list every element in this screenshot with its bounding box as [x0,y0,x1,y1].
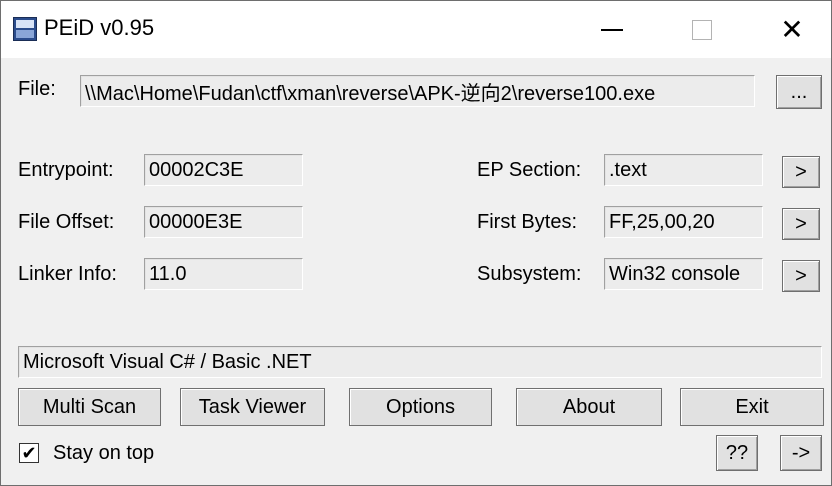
minimize-button[interactable] [567,1,657,58]
checkmark-icon: ✔ [21,443,37,463]
title-bar[interactable]: PEiD v0.95 ✕ [1,1,831,58]
multi-scan-button[interactable]: Multi Scan [18,388,161,426]
subsystem-button[interactable]: > [782,260,820,292]
entrypoint-field[interactable]: 00002C3E [144,154,303,186]
task-viewer-button[interactable]: Task Viewer [180,388,325,426]
first-bytes-button[interactable]: > [782,208,820,240]
browse-button[interactable]: ... [776,75,822,109]
file-offset-label: File Offset: [18,211,115,233]
subsystem-field[interactable]: Win32 console [604,258,763,290]
maximize-icon [692,19,712,40]
file-offset-field[interactable]: 00000E3E [144,206,303,238]
help-button[interactable]: ?? [716,435,758,471]
peid-window: PEiD v0.95 ✕ File: \\Mac\Home\Fudan\ctf\… [0,0,832,486]
linker-info-label: Linker Info: [18,263,117,285]
next-button[interactable]: -> [780,435,822,471]
ep-section-label: EP Section: [477,159,582,181]
about-button[interactable]: About [516,388,662,426]
file-path-field[interactable]: \\Mac\Home\Fudan\ctf\xman\reverse\APK-逆向… [80,75,755,107]
ep-section-button[interactable]: > [782,156,820,188]
ep-section-field[interactable]: .text [604,154,763,186]
close-icon: ✕ [780,13,804,46]
options-button[interactable]: Options [349,388,492,426]
stay-on-top-label[interactable]: Stay on top [53,442,154,465]
peid-app-icon[interactable] [13,17,37,41]
detection-result-field[interactable]: Microsoft Visual C# / Basic .NET [18,346,822,378]
minimize-icon [601,28,623,31]
stay-on-top-checkbox[interactable]: ✔ [19,443,39,463]
first-bytes-field[interactable]: FF,25,00,20 [604,206,763,238]
close-button[interactable]: ✕ [747,1,832,58]
window-title: PEiD v0.95 [44,15,155,40]
maximize-button[interactable] [657,1,747,58]
first-bytes-label: First Bytes: [477,211,578,233]
entrypoint-label: Entrypoint: [18,159,114,181]
exit-button[interactable]: Exit [680,388,824,426]
subsystem-label: Subsystem: [477,263,582,285]
linker-info-field[interactable]: 11.0 [144,258,303,290]
file-label: File: [18,78,56,100]
